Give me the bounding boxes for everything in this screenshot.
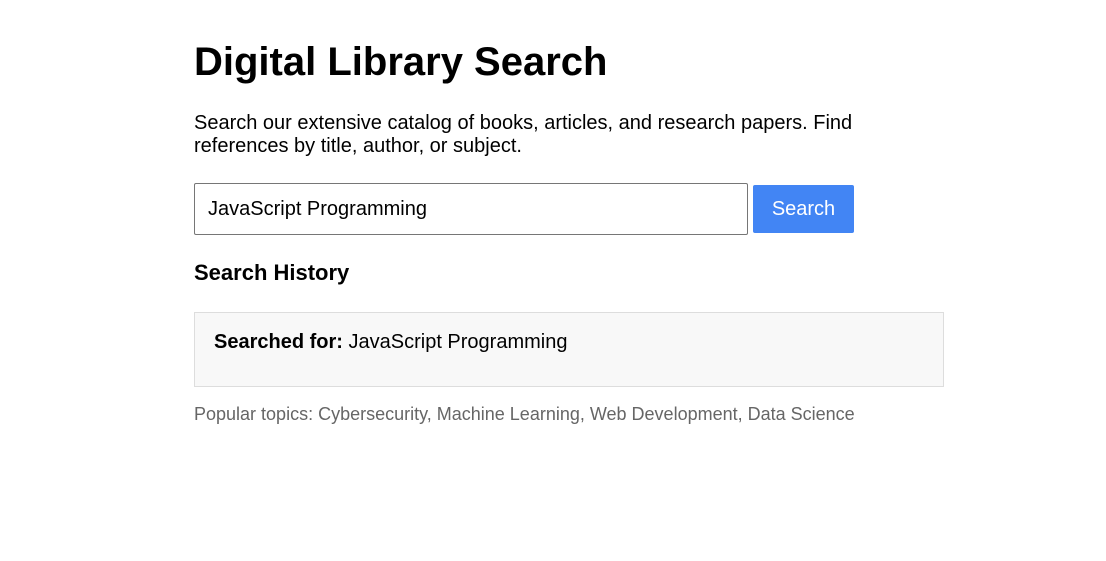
- search-form: Search: [194, 183, 894, 235]
- page-description: Search our extensive catalog of books, a…: [194, 112, 853, 157]
- popular-topics: Popular topics: Cybersecurity, Machine L…: [194, 404, 855, 424]
- search-button[interactable]: Search: [753, 185, 854, 233]
- history-item-query: JavaScript Programming: [348, 331, 568, 353]
- page-title: Digital Library Search: [194, 40, 608, 84]
- search-input[interactable]: [194, 183, 748, 235]
- search-history-heading: Search History: [194, 260, 350, 285]
- history-item-label: Searched for:: [214, 331, 343, 353]
- search-history-list: Searched for: JavaScript Programming: [194, 312, 944, 387]
- search-history-item: Searched for: JavaScript Programming: [214, 331, 924, 354]
